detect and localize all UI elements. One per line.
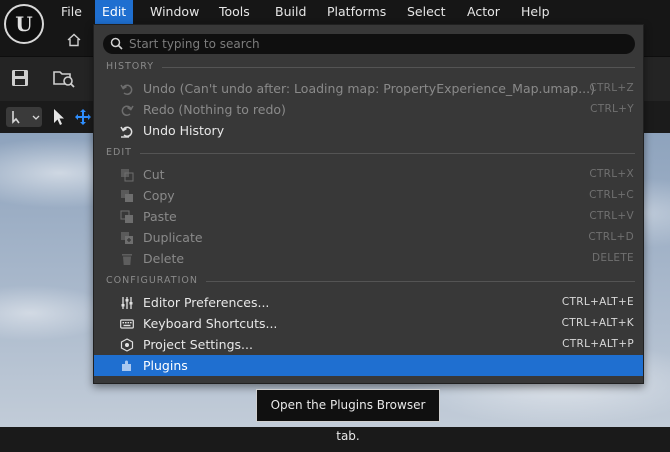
duplicate-shortcut: CTRL+D [588, 231, 634, 243]
logo-glyph: U [15, 12, 33, 36]
project-settings-shortcut: CTRL+ALT+P [562, 338, 634, 350]
plugin-icon [122, 360, 131, 371]
paste-shortcut: CTRL+V [589, 210, 634, 222]
paste-label: Paste [143, 209, 177, 224]
menu-tools[interactable]: Tools [212, 0, 257, 24]
chevron-down-icon [12, 111, 40, 124]
undo-history-label: Undo History [143, 123, 225, 138]
plugins-label: Plugins [143, 358, 188, 373]
save-icon[interactable] [10, 68, 30, 88]
menu-item-redo[interactable]: Redo (Nothing to redo) CTRL+Y [94, 99, 643, 120]
undo-history-icon [120, 126, 133, 138]
undo-shortcut: CTRL+Z [589, 82, 634, 94]
delete-label: Delete [143, 251, 185, 266]
menu-file[interactable]: File [54, 0, 89, 24]
move-tool-icon[interactable] [74, 108, 92, 126]
unreal-logo[interactable]: U [4, 4, 44, 44]
selection-mode-dropdown[interactable] [6, 107, 42, 127]
project-settings-icon [120, 338, 134, 352]
section-configuration-label: CONFIGURATION [106, 275, 198, 286]
keyboard-shortcuts-label: Keyboard Shortcuts... [143, 316, 278, 331]
redo-label: Redo (Nothing to redo) [143, 102, 286, 117]
copy-label: Copy [143, 188, 175, 203]
menu-item-keyboard-shortcuts[interactable]: Keyboard Shortcuts... CTRL+ALT+K [94, 313, 643, 334]
copy-shortcut: CTRL+C [589, 189, 634, 201]
section-history: HISTORY [106, 60, 635, 74]
menu-search-input[interactable] [129, 34, 619, 54]
menu-help[interactable]: Help [514, 0, 557, 24]
section-configuration: CONFIGURATION [106, 274, 635, 288]
search-icon [110, 37, 123, 50]
menu-item-undo-history[interactable]: Undo History [94, 120, 643, 141]
menu-item-editor-preferences[interactable]: Editor Preferences... CTRL+ALT+E [94, 292, 643, 313]
tooltip: Open the Plugins Browser tab. [256, 389, 440, 443]
menu-platforms[interactable]: Platforms [320, 0, 393, 24]
editor-preferences-shortcut: CTRL+ALT+E [561, 296, 634, 308]
section-edit-label: EDIT [106, 147, 132, 158]
menu-item-paste[interactable]: Paste CTRL+V [94, 206, 643, 227]
menu-actor[interactable]: Actor [460, 0, 507, 24]
keyboard-icon [120, 319, 134, 329]
edit-menu-dropdown: HISTORY Undo (Can't undo after: Loading … [93, 24, 644, 384]
paste-icon [120, 210, 133, 223]
select-cursor-icon[interactable] [52, 108, 66, 126]
home-icon[interactable] [66, 32, 82, 48]
section-history-label: HISTORY [106, 61, 155, 72]
redo-icon [121, 105, 134, 117]
menu-item-cut[interactable]: Cut CTRL+X [94, 164, 643, 185]
sliders-icon [121, 297, 133, 309]
menu-edit[interactable]: Edit [95, 0, 134, 24]
keyboard-shortcuts-shortcut: CTRL+ALT+K [561, 317, 634, 329]
content-browser-icon[interactable] [52, 68, 76, 88]
undo-icon [120, 84, 133, 96]
copy-icon [121, 190, 133, 202]
menu-search-box[interactable] [103, 34, 635, 54]
menu-item-undo[interactable]: Undo (Can't undo after: Loading map: Pro… [94, 78, 643, 99]
duplicate-label: Duplicate [143, 230, 203, 245]
menu-build[interactable]: Build [268, 0, 313, 24]
project-settings-label: Project Settings... [143, 337, 253, 352]
menu-item-copy[interactable]: Copy CTRL+C [94, 185, 643, 206]
cut-label: Cut [143, 167, 165, 182]
menu-item-duplicate[interactable]: Duplicate CTRL+D [94, 227, 643, 248]
menu-window[interactable]: Window [143, 0, 206, 24]
editor-preferences-label: Editor Preferences... [143, 295, 270, 310]
duplicate-icon [121, 232, 133, 244]
cut-shortcut: CTRL+X [589, 168, 634, 180]
menu-select[interactable]: Select [400, 0, 453, 24]
menu-item-project-settings[interactable]: Project Settings... CTRL+ALT+P [94, 334, 643, 355]
cut-icon [121, 169, 134, 182]
main-menu-bar: File Edit Window Tools Build Platforms S… [0, 0, 670, 24]
delete-shortcut: DELETE [591, 252, 634, 264]
trash-icon [122, 254, 132, 265]
redo-shortcut: CTRL+Y [590, 103, 634, 115]
menu-item-plugins[interactable]: Plugins [94, 355, 643, 376]
menu-item-delete[interactable]: Delete DELETE [94, 248, 643, 269]
section-edit: EDIT [106, 146, 635, 160]
undo-label: Undo (Can't undo after: Loading map: Pro… [143, 81, 596, 96]
